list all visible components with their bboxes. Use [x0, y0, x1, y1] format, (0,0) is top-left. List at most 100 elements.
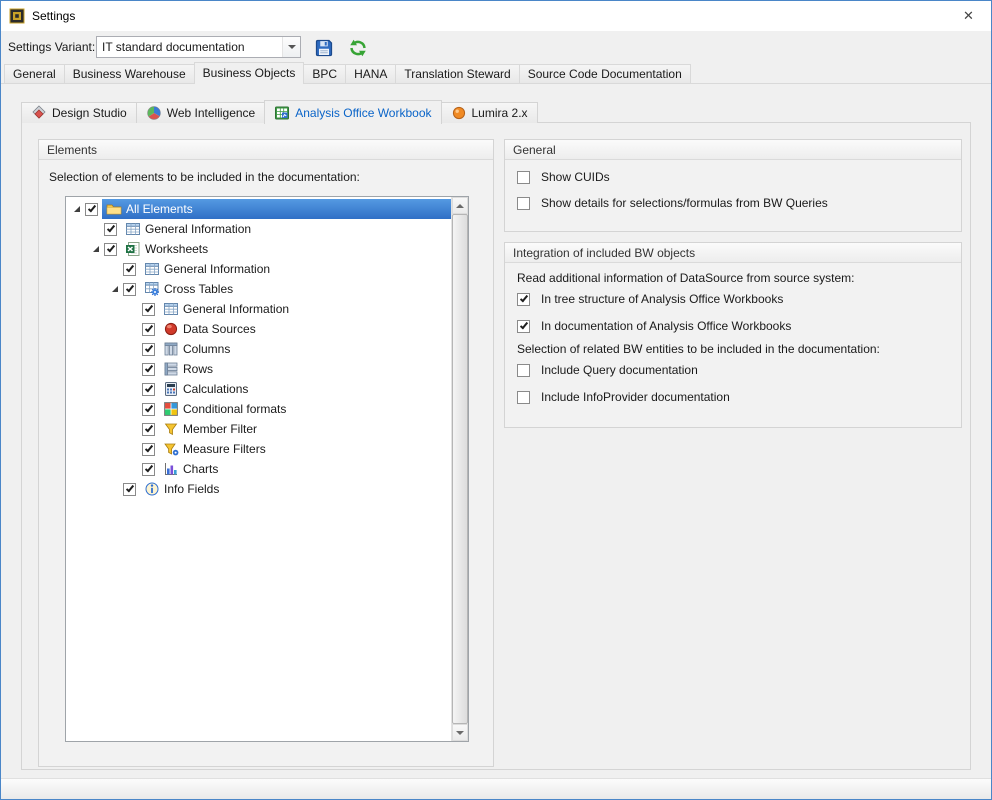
tree-item-calculations[interactable]: Calculations [66, 379, 451, 399]
tree-item-general-information[interactable]: General Information [66, 219, 451, 239]
tree-item-label: General Information [145, 222, 251, 236]
tree-item-general-information[interactable]: General Information [66, 299, 451, 319]
tree-checkbox[interactable] [142, 423, 155, 436]
tree-item-label: Member Filter [183, 422, 257, 436]
tree-item-columns[interactable]: Columns [66, 339, 451, 359]
tree-checkbox[interactable] [104, 223, 117, 236]
tree-checkbox[interactable] [123, 483, 136, 496]
combo-dropdown-button[interactable] [282, 37, 300, 57]
tab-general[interactable]: General [4, 64, 65, 83]
tree-item-info-fields[interactable]: Info Fields [66, 479, 451, 499]
settings-window: Settings ✕ Settings Variant: IT standard… [0, 0, 992, 800]
tree-item-label: Conditional formats [183, 402, 286, 416]
tree-checkbox[interactable] [142, 343, 155, 356]
info-fields-icon [144, 481, 160, 497]
option-label: In tree structure of Analysis Office Wor… [541, 292, 783, 306]
scroll-up-icon[interactable] [452, 197, 468, 214]
sub-tab-bar: Design Studio Web Intelligence Analysis … [21, 99, 538, 123]
save-icon [314, 38, 334, 58]
tree-item-label: Cross Tables [164, 282, 233, 296]
general-group-header: General [505, 140, 961, 160]
tab-translation-steward[interactable]: Translation Steward [395, 64, 519, 83]
settings-variant-combobox[interactable]: IT standard documentation [96, 36, 301, 58]
tree-item-measure-filters[interactable]: Measure Filters [66, 439, 451, 459]
tree-item-label: General Information [164, 262, 270, 276]
checkbox[interactable] [517, 171, 530, 184]
option-label: Include Query documentation [541, 363, 698, 377]
tree-checkbox[interactable] [85, 203, 98, 216]
subtab-analysis-office-workbook[interactable]: Analysis Office Workbook [264, 100, 441, 124]
tree-item-label: Rows [183, 362, 213, 376]
tree-checkbox[interactable] [123, 283, 136, 296]
subtab-label: Design Studio [52, 106, 127, 120]
checkbox[interactable] [517, 197, 530, 210]
option-show-cuids[interactable]: Show CUIDs [517, 170, 610, 184]
option-include-infoprovider-documentation[interactable]: Include InfoProvider documentation [517, 390, 730, 404]
elements-tree: All Elements General Information Workshe… [65, 196, 469, 742]
tree-item-label: Worksheets [145, 242, 208, 256]
tree-item-data-sources[interactable]: Data Sources [66, 319, 451, 339]
tree-item-worksheets[interactable]: Worksheets [66, 239, 451, 259]
option-documentation[interactable]: In documentation of Analysis Office Work… [517, 319, 791, 333]
tree-checkbox[interactable] [142, 403, 155, 416]
tree-item-charts[interactable]: Charts [66, 459, 451, 479]
subtab-web-intelligence[interactable]: Web Intelligence [136, 102, 266, 123]
option-tree-structure[interactable]: In tree structure of Analysis Office Wor… [517, 292, 783, 306]
expander-icon[interactable] [107, 286, 123, 292]
settings-variant-value: IT standard documentation [97, 40, 282, 54]
cross-table-icon [144, 281, 160, 297]
tree-item-rows[interactable]: Rows [66, 359, 451, 379]
tree-checkbox[interactable] [104, 243, 117, 256]
scroll-down-icon[interactable] [452, 724, 468, 741]
tree-item-label: All Elements [126, 202, 193, 216]
table-icon [125, 221, 141, 237]
web-intelligence-icon [146, 105, 162, 121]
tab-bpc[interactable]: BPC [303, 64, 346, 83]
checkbox[interactable] [517, 364, 530, 377]
tree-checkbox[interactable] [142, 303, 155, 316]
general-group-title: General [513, 143, 556, 157]
scrollbar-thumb[interactable] [452, 214, 468, 724]
data-source-icon [163, 321, 179, 337]
subtab-design-studio[interactable]: Design Studio [21, 102, 137, 123]
tree-item-label: Info Fields [164, 482, 219, 496]
tree-checkbox[interactable] [142, 383, 155, 396]
tab-business-objects[interactable]: Business Objects [194, 62, 305, 84]
tree-item-cross-tables[interactable]: Cross Tables [66, 279, 451, 299]
tab-source-code-documentation[interactable]: Source Code Documentation [519, 64, 691, 83]
tree-checkbox[interactable] [142, 323, 155, 336]
refresh-variants-button[interactable] [345, 35, 371, 60]
analysis-office-workbook-page: Elements Selection of elements to be inc… [21, 122, 971, 770]
tree-item-general-information[interactable]: General Information [66, 259, 451, 279]
tree-checkbox[interactable] [123, 263, 136, 276]
read-info-label: Read additional information of DataSourc… [517, 271, 855, 285]
tree-item-member-filter[interactable]: Member Filter [66, 419, 451, 439]
tree-item-all-elements[interactable]: All Elements [66, 199, 451, 219]
conditional-format-icon [163, 401, 179, 417]
expander-icon[interactable] [69, 206, 85, 212]
columns-icon [163, 341, 179, 357]
tree-item-label: Charts [183, 462, 218, 476]
expander-icon[interactable] [88, 246, 104, 252]
tree-checkbox[interactable] [142, 363, 155, 376]
measure-filter-icon [163, 441, 179, 457]
rows-icon [163, 361, 179, 377]
save-variant-button[interactable] [311, 35, 337, 60]
tree-item-conditional-formats[interactable]: Conditional formats [66, 399, 451, 419]
option-include-query-documentation[interactable]: Include Query documentation [517, 363, 698, 377]
checkbox[interactable] [517, 320, 530, 333]
tab-hana[interactable]: HANA [345, 64, 396, 83]
checkbox[interactable] [517, 391, 530, 404]
elements-description: Selection of elements to be included in … [49, 170, 360, 184]
tree-scrollbar[interactable] [451, 197, 468, 741]
option-show-details[interactable]: Show details for selections/formulas fro… [517, 196, 828, 210]
tree-checkbox[interactable] [142, 463, 155, 476]
lumira-icon [451, 105, 467, 121]
tab-business-warehouse[interactable]: Business Warehouse [64, 64, 195, 83]
subtab-lumira[interactable]: Lumira 2.x [441, 102, 538, 123]
checkbox[interactable] [517, 293, 530, 306]
close-button[interactable]: ✕ [946, 1, 991, 31]
subtab-label: Analysis Office Workbook [295, 106, 431, 120]
elements-group: Elements Selection of elements to be inc… [38, 139, 494, 767]
tree-checkbox[interactable] [142, 443, 155, 456]
